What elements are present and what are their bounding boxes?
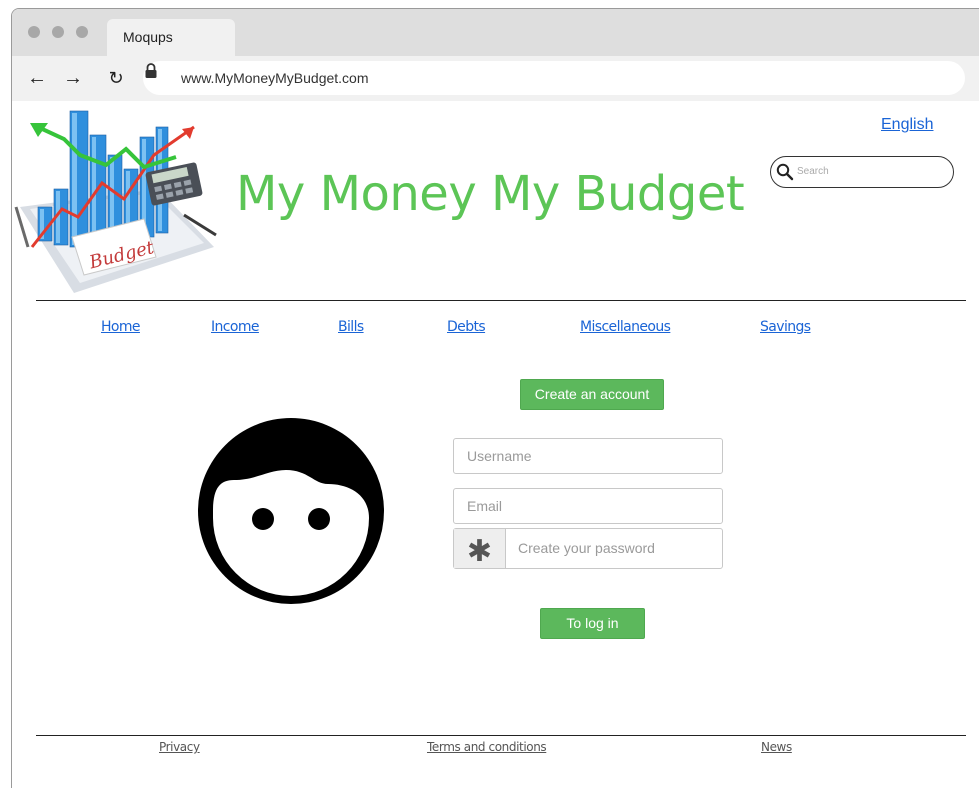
password-placeholder: Create your password [518, 540, 655, 556]
nav-savings[interactable]: Savings [760, 319, 811, 335]
email-field[interactable]: Email [453, 488, 723, 524]
footer-terms[interactable]: Terms and conditions [427, 740, 547, 754]
nav-debts[interactable]: Debts [447, 319, 486, 335]
forward-arrow-icon[interactable]: → [60, 65, 86, 91]
language-link[interactable]: English [881, 116, 933, 134]
asterisk-icon: ✱ [454, 529, 506, 568]
tab-bar: Moqups [12, 9, 979, 56]
browser-tab[interactable]: Moqups [107, 19, 235, 56]
avatar-icon [198, 418, 384, 604]
site-title: My Money My Budget [236, 166, 745, 222]
window-minimize-dot[interactable] [52, 26, 64, 38]
reload-icon[interactable]: ↻ [103, 65, 129, 91]
lock-icon [145, 63, 157, 78]
login-button[interactable]: To log in [540, 608, 645, 639]
budget-logo: Budget [14, 110, 217, 293]
create-account-button[interactable]: Create an account [520, 379, 664, 410]
back-arrow-icon[interactable]: ← [24, 65, 50, 91]
footer-divider [36, 735, 966, 736]
window-maximize-dot[interactable] [76, 26, 88, 38]
search-icon [776, 163, 794, 181]
nav-miscellaneous[interactable]: Miscellaneous [580, 319, 671, 335]
password-field[interactable]: ✱ Create your password [453, 528, 723, 569]
nav-income[interactable]: Income [211, 319, 260, 335]
url-field[interactable]: www.MyMoneyMyBudget.com [143, 61, 965, 95]
nav-bills[interactable]: Bills [338, 319, 364, 335]
footer-privacy[interactable]: Privacy [159, 740, 200, 754]
header-divider [36, 300, 966, 301]
nav-home[interactable]: Home [101, 319, 141, 335]
footer-news[interactable]: News [761, 740, 792, 754]
username-field[interactable]: Username [453, 438, 723, 474]
window-close-dot[interactable] [28, 26, 40, 38]
search-input[interactable]: Search [770, 156, 954, 188]
